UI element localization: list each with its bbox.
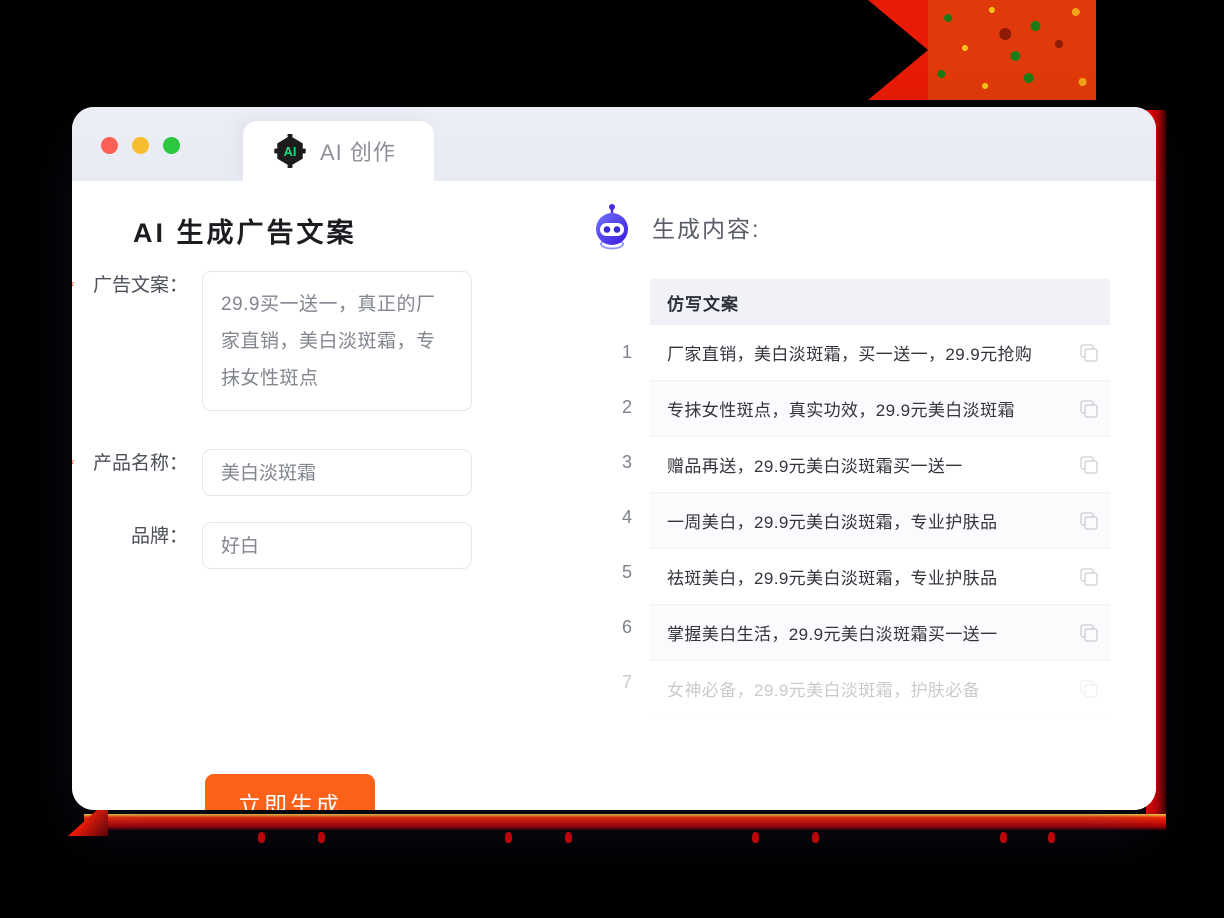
row-number: 7 [621,672,632,692]
ai-hexagon-logo-icon: AI [274,134,306,168]
title-bar: AI AI 创作 [72,107,1156,181]
field-label-text: 品牌： [130,526,188,547]
copy-icon[interactable] [1080,511,1098,530]
copy-icon[interactable] [1080,343,1098,362]
row-text: 赠品再送，29.9元美白淡斑霜买一送一 [667,457,963,476]
copy-icon[interactable] [1080,623,1098,642]
close-button[interactable] [101,137,118,154]
minimize-button[interactable] [132,137,149,154]
robot-head-icon [596,204,628,250]
ad-copy-textarea[interactable]: 29.9买一送一，真正的厂家直销，美白淡斑霜，专抹女性斑点 [202,271,472,411]
row-text: 一周美白，29.9元美白淡斑霜，专业护肤品 [667,513,998,532]
copy-icon[interactable] [1080,679,1098,698]
row-number-gutter: 1 2 3 4 5 6 7 [610,325,644,710]
decor-speck [1000,832,1007,843]
row-number: 3 [621,452,632,472]
row-number: 6 [621,617,632,637]
results-heading: 生成内容: [652,216,761,242]
copy-icon[interactable] [1080,455,1098,474]
copy-icon[interactable] [1080,399,1098,418]
table-row[interactable]: 女神必备，29.9元美白淡斑霜，护肤必备 [650,661,1110,717]
product-name-input[interactable]: 美白淡斑霜 [202,449,472,496]
decor-speck [565,832,572,843]
traffic-lights [101,137,180,154]
column-header-label: 仿写文案 [667,294,739,314]
row-text: 祛斑美白，29.9元美白淡斑霜，专业护肤品 [667,569,998,588]
results-table: 仿写文案 厂家直销，美白淡斑霜，买一送一，29.9元抢购 专抹女性斑点，真实功效… [650,279,1110,799]
list-bottom-fade [650,725,1110,799]
required-marker: * [72,272,75,302]
tab-bar: AI AI 创作 [243,121,434,181]
field-row-product-name: * 产品名称： 美白淡斑霜 [72,449,472,496]
row-text: 专抹女性斑点，真实功效，29.9元美白淡斑霜 [667,401,1015,420]
table-row[interactable]: 专抹女性斑点，真实功效，29.9元美白淡斑霜 [650,381,1110,437]
page-title: AI 生成广告文案 [133,218,357,248]
window-body: AI 生成广告文案 * 广告文案： 29.9买一送一，真正的厂家直销，美白淡斑霜… [72,181,1156,810]
decor-speck [752,832,759,843]
field-label-text: 广告文案： [92,275,188,296]
row-number: 2 [621,397,632,417]
row-number: 4 [621,507,632,527]
decor-speck [318,832,325,843]
field-label-product-name: * 产品名称： [72,449,188,479]
app-window: AI AI 创作 AI 生成广告文案 * 广告文案： 29.9买一送一，真正的厂… [72,107,1156,810]
form-pane: AI 生成广告文案 * 广告文案： 29.9买一送一，真正的厂家直销，美白淡斑霜… [72,181,576,810]
copy-icon[interactable] [1080,567,1098,586]
required-marker: * [72,450,75,480]
generate-button[interactable]: 立即生成 [205,774,375,810]
row-text: 厂家直销，美白淡斑霜，买一送一，29.9元抢购 [667,345,1033,364]
table-header-row: 仿写文案 [650,279,1110,325]
decor-speck [1048,832,1055,843]
row-text: 女神必备，29.9元美白淡斑霜，护肤必备 [667,681,981,700]
row-text: 掌握美白生活，29.9元美白淡斑霜买一送一 [667,625,998,644]
decor-red-notch [868,0,928,100]
results-pane: 生成内容: 1 2 3 4 5 6 7 仿写文案 厂家直销，美白淡斑霜，买一送一… [576,181,1156,810]
table-row[interactable]: 赠品再送，29.9元美白淡斑霜买一送一 [650,437,1110,493]
tab-ai-creation[interactable]: AI AI 创作 [243,121,434,181]
tab-label: AI 创作 [320,140,396,165]
svg-text:AI: AI [284,144,297,159]
field-row-ad-copy: * 广告文案： 29.9买一送一，真正的厂家直销，美白淡斑霜，专抹女性斑点 [72,271,472,411]
table-row[interactable]: 厂家直销，美白淡斑霜，买一送一，29.9元抢购 [650,325,1110,381]
decor-red-bottom-edge [84,814,1166,830]
decor-speck [258,832,265,843]
table-row[interactable]: 掌握美白生活，29.9元美白淡斑霜买一送一 [650,605,1110,661]
brand-input[interactable]: 好白 [202,522,472,569]
field-label-ad-copy: * 广告文案： [72,271,188,301]
decor-speck [812,832,819,843]
results-header: 生成内容: [590,203,760,251]
row-number: 1 [621,342,632,362]
table-row[interactable]: 祛斑美白，29.9元美白淡斑霜，专业护肤品 [650,549,1110,605]
table-row[interactable]: 一周美白，29.9元美白淡斑霜，专业护肤品 [650,493,1110,549]
field-label-text: 产品名称： [92,453,188,474]
field-row-brand: 品牌： 好白 [72,522,472,569]
maximize-button[interactable] [163,137,180,154]
field-label-brand: 品牌： [72,522,188,552]
decor-noise-texture [928,0,1096,100]
decor-speck [505,832,512,843]
row-number: 5 [621,562,632,582]
decor-red-block [868,0,1096,100]
